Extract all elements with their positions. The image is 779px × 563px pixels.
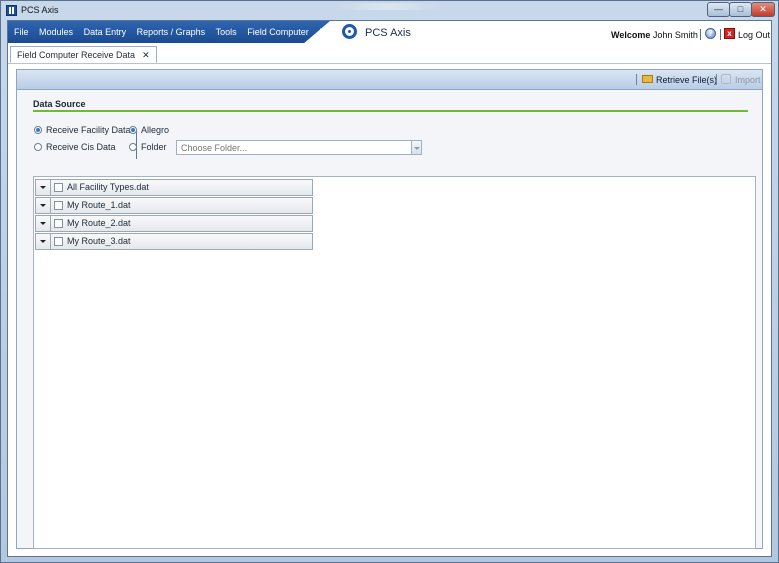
radio-indicator[interactable] [34, 143, 42, 151]
chevron-down-icon[interactable] [411, 140, 422, 155]
title-glow [333, 3, 443, 10]
file-name: All Facility Types.dat [67, 182, 149, 192]
chevron-down-icon[interactable] [36, 234, 51, 249]
document-tabstrip: Field Computer Receive Data ✕ [8, 45, 771, 64]
folder-icon [642, 75, 653, 83]
menu-reports-graphs[interactable]: Reports / Graphs [137, 27, 206, 37]
file-row[interactable]: My Route_1.dat [35, 197, 313, 214]
title-bar: PCS Axis — □ ✕ [1, 1, 778, 20]
import-icon [721, 74, 731, 84]
menu-tools[interactable]: Tools [216, 27, 237, 37]
section-divider [33, 110, 748, 112]
tab-close-icon[interactable]: ✕ [142, 50, 150, 60]
user-name: John Smith [652, 30, 698, 40]
receive-facility-data-radio[interactable]: Receive Facility Data [34, 125, 131, 137]
menu-help[interactable]: Help [319, 27, 338, 37]
menu-field-computer[interactable]: Field Computer [247, 27, 309, 37]
file-list-panel: All Facility Types.dat My Route_1.dat My… [33, 176, 756, 549]
menu-modules[interactable]: Modules [39, 27, 73, 37]
file-checkbox[interactable] [54, 183, 63, 192]
file-name: My Route_1.dat [67, 200, 131, 210]
file-name: My Route_2.dat [67, 218, 131, 228]
chevron-down-icon[interactable] [36, 180, 51, 195]
file-row[interactable]: My Route_3.dat [35, 233, 313, 250]
tab-field-computer-receive-data[interactable]: Field Computer Receive Data ✕ [10, 46, 157, 63]
app-logo-icon [6, 5, 17, 16]
retrieve-files-button[interactable]: Retrieve File(s) [656, 75, 717, 85]
welcome-label: Welcome [611, 30, 651, 40]
header-divider [700, 29, 701, 40]
welcome-text: Welcome John Smith [611, 30, 698, 40]
menu-items: File Modules Data Entry Reports / Graphs… [14, 27, 346, 37]
toolbar: Retrieve File(s) Import [17, 70, 762, 90]
file-checkbox[interactable] [54, 237, 63, 246]
choose-folder-input[interactable] [176, 140, 412, 155]
file-row[interactable]: My Route_2.dat [35, 215, 313, 232]
folder-radio[interactable]: Folder [129, 142, 167, 154]
chevron-down-icon[interactable] [36, 198, 51, 213]
file-name: My Route_3.dat [67, 236, 131, 246]
receive-cis-data-radio[interactable]: Receive Cis Data [34, 142, 116, 154]
menu-bar: File Modules Data Entry Reports / Graphs… [8, 21, 771, 45]
radio-indicator[interactable] [129, 143, 137, 151]
help-icon[interactable]: ? [705, 28, 716, 39]
header-divider [720, 29, 721, 40]
chevron-down-icon[interactable] [36, 216, 51, 231]
radio-indicator[interactable] [129, 126, 137, 134]
menu-file[interactable]: File [14, 27, 29, 37]
data-source-title: Data Source [33, 99, 86, 109]
allegro-radio[interactable]: Allegro [129, 125, 169, 137]
import-button[interactable]: Import [735, 75, 761, 85]
gear-icon [342, 24, 357, 39]
toolbar-divider [716, 74, 717, 85]
logout-icon[interactable]: x [724, 28, 735, 39]
menu-data-entry[interactable]: Data Entry [84, 27, 127, 37]
minimize-button[interactable]: — [707, 2, 730, 17]
toolbar-divider [636, 74, 637, 85]
content-frame: Retrieve File(s) Import Data Source Rece… [16, 69, 763, 549]
client-area: File Modules Data Entry Reports / Graphs… [7, 20, 772, 557]
file-checkbox[interactable] [54, 219, 63, 228]
file-row[interactable]: All Facility Types.dat [35, 179, 313, 196]
window-title: PCS Axis [21, 5, 59, 15]
close-button[interactable]: ✕ [751, 2, 775, 17]
brand-title: PCS Axis [365, 27, 411, 39]
file-checkbox[interactable] [54, 201, 63, 210]
app-window: PCS Axis — □ ✕ File Modules Data Entry R… [0, 0, 779, 563]
maximize-button[interactable]: □ [729, 2, 752, 17]
tab-label: Field Computer Receive Data [17, 50, 136, 60]
radio-indicator[interactable] [34, 126, 42, 134]
logout-link[interactable]: Log Out [738, 30, 770, 40]
